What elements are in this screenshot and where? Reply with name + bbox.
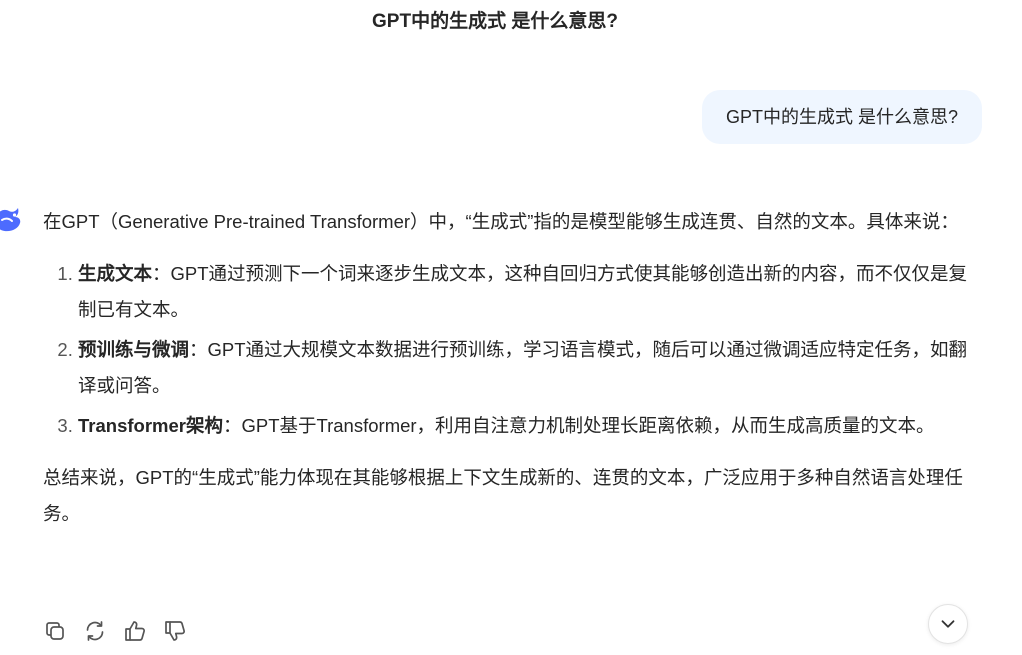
list-item: Transformer架构：GPT基于Transformer，利用自注意力机制处… — [78, 408, 983, 444]
list-item-text: ：GPT通过预测下一个词来逐步生成文本，这种自回归方式使其能够创造出新的内容，而… — [78, 263, 968, 320]
assistant-message: 在GPT（Generative Pre-trained Transformer）… — [43, 204, 983, 532]
chat-page: GPT中的生成式 是什么意思? GPT中的生成式 是什么意思? 在GPT（Gen… — [0, 0, 1022, 655]
list-item-title: Transformer架构 — [78, 415, 223, 436]
conversation-title: GPT中的生成式 是什么意思? — [372, 11, 618, 32]
list-item-title: 预训练与微调 — [78, 339, 190, 360]
list-item: 预训练与微调：GPT通过大规模文本数据进行预训练，学习语言模式，随后可以通过微调… — [78, 332, 983, 404]
list-item-text: ：GPT通过大规模文本数据进行预训练，学习语言模式，随后可以通过微调适应特定任务… — [78, 339, 968, 396]
user-message-bubble: GPT中的生成式 是什么意思? — [701, 90, 982, 144]
thumbs-down-icon[interactable] — [163, 619, 187, 643]
message-actions — [43, 619, 187, 643]
list-item: 生成文本：GPT通过预测下一个词来逐步生成文本，这种自回归方式使其能够创造出新的… — [78, 256, 983, 328]
scroll-to-bottom-button[interactable] — [928, 604, 968, 644]
list-item-title: 生成文本 — [78, 263, 153, 284]
assistant-logo-icon — [0, 202, 24, 238]
chevron-down-icon — [941, 620, 955, 628]
list-item-text: ：GPT基于Transformer，利用自注意力机制处理长距离依赖，从而生成高质… — [222, 415, 935, 436]
regenerate-icon[interactable] — [83, 619, 107, 643]
thumbs-up-icon[interactable] — [123, 619, 147, 643]
copy-icon[interactable] — [43, 619, 67, 643]
answer-summary: 总结来说，GPT的“生成式”能力体现在其能够根据上下文生成新的、连贯的文本，广泛… — [43, 467, 963, 524]
answer-list: 生成文本：GPT通过预测下一个词来逐步生成文本，这种自回归方式使其能够创造出新的… — [43, 256, 983, 444]
answer-intro: 在GPT（Generative Pre-trained Transformer）… — [43, 211, 959, 232]
